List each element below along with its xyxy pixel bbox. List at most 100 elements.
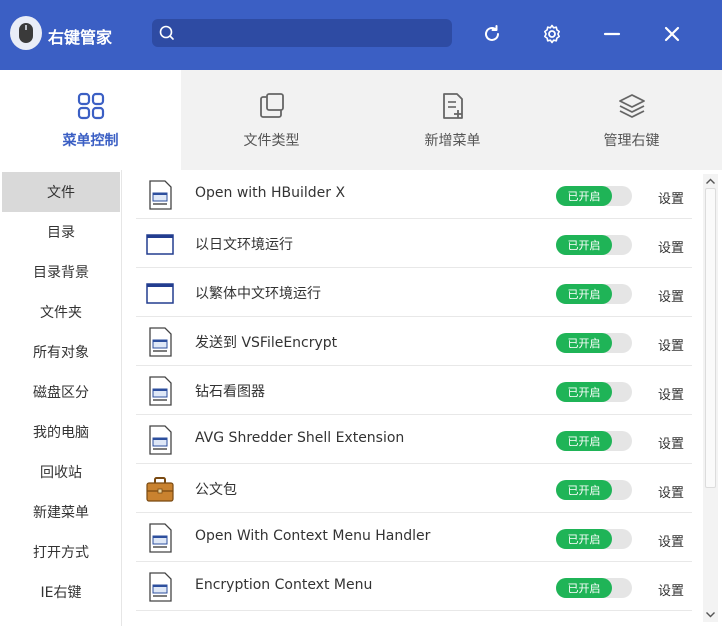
minimize-button[interactable] xyxy=(598,20,626,48)
item-name: 发送到 VSFileEncrypt xyxy=(195,335,338,351)
settings-button[interactable] xyxy=(538,20,566,48)
sidebar-item-ie-right-click[interactable]: IE右键 xyxy=(2,572,120,612)
sidebar-item-directory-background[interactable]: 目录背景 xyxy=(2,252,120,292)
tab-manage-right-click[interactable]: 管理右键 xyxy=(541,70,722,170)
gear-icon xyxy=(544,24,560,44)
window-icon xyxy=(146,283,174,304)
list-item: 以日文环境运行 已开启 设置 xyxy=(136,219,692,268)
status-badge: 已开启 xyxy=(556,333,612,353)
sidebar-item-recycle-bin[interactable]: 回收站 xyxy=(2,452,120,492)
scroll-down-button[interactable] xyxy=(703,608,718,622)
scroll-up-button[interactable] xyxy=(703,174,718,188)
file-type-icon xyxy=(259,93,284,118)
search-icon xyxy=(158,24,176,46)
app-title: 右键管家 xyxy=(48,28,113,47)
mouse-icon xyxy=(10,16,42,50)
enable-toggle[interactable]: 已开启 xyxy=(556,186,632,206)
tab-new-menu[interactable]: 新增菜单 xyxy=(362,70,543,170)
new-menu-icon xyxy=(442,93,463,119)
item-name: 钻石看图器 xyxy=(195,384,265,400)
status-badge: 已开启 xyxy=(556,235,612,255)
list-item: 钻石看图器 已开启 设置 xyxy=(136,366,692,415)
item-name: 以繁体中文环境运行 xyxy=(195,286,321,302)
refresh-icon xyxy=(485,25,499,41)
tab-label: 菜单控制 xyxy=(62,133,119,149)
item-name: Open With Context Menu Handler xyxy=(195,528,431,544)
grid-icon xyxy=(77,92,104,120)
document-icon xyxy=(149,572,172,602)
sidebar-item-my-computer[interactable]: 我的电脑 xyxy=(2,412,120,452)
settings-link[interactable]: 设置 xyxy=(658,335,684,354)
status-badge: 已开启 xyxy=(556,529,612,549)
briefcase-icon xyxy=(146,477,174,502)
document-icon xyxy=(149,376,172,406)
item-name: 公文包 xyxy=(195,482,237,498)
sidebar-item-disk-partition[interactable]: 磁盘区分 xyxy=(2,372,120,412)
settings-link[interactable]: 设置 xyxy=(658,433,684,452)
title-bar: 右键管家 xyxy=(0,0,722,70)
minimize-icon xyxy=(603,32,621,36)
status-badge: 已开启 xyxy=(556,578,612,598)
category-tabs: 菜单控制 文件类型 新增菜单 管理右键 xyxy=(0,70,722,170)
layers-icon xyxy=(618,94,645,118)
scroll-thumb[interactable] xyxy=(705,188,716,488)
sidebar-item-directory[interactable]: 目录 xyxy=(2,212,120,252)
item-name: 以日文环境运行 xyxy=(195,237,293,253)
tab-menu-control[interactable]: 菜单控制 xyxy=(0,70,181,170)
status-badge: 已开启 xyxy=(556,186,612,206)
document-icon xyxy=(149,425,172,455)
enable-toggle[interactable]: 已开启 xyxy=(556,284,632,304)
list-scrollbar[interactable] xyxy=(703,174,718,622)
list-item: AVG Shredder Shell Extension 已开启 设置 xyxy=(136,415,692,464)
item-name: Open with HBuilder X xyxy=(195,185,346,201)
enable-toggle[interactable]: 已开启 xyxy=(556,235,632,255)
sidebar-item-files[interactable]: 文件 xyxy=(2,172,120,212)
settings-link[interactable]: 设置 xyxy=(658,482,684,501)
close-icon xyxy=(664,26,680,42)
list-item: 以繁体中文环境运行 已开启 设置 xyxy=(136,268,692,317)
tab-label: 新增菜单 xyxy=(424,133,481,149)
refresh-button[interactable] xyxy=(478,20,506,48)
close-button[interactable] xyxy=(658,20,686,48)
window-icon xyxy=(146,234,174,255)
list-item: Open with HBuilder X 已开启 设置 xyxy=(136,170,692,219)
status-badge: 已开启 xyxy=(556,382,612,402)
enable-toggle[interactable]: 已开启 xyxy=(556,480,632,500)
document-icon xyxy=(149,327,172,357)
tab-label: 管理右键 xyxy=(603,133,660,149)
status-badge: 已开启 xyxy=(556,431,612,451)
item-name: AVG Shredder Shell Extension xyxy=(195,430,405,446)
list-item: Open With Context Menu Handler 已开启 设置 xyxy=(136,513,692,562)
sidebar-item-all-objects[interactable]: 所有对象 xyxy=(2,332,120,372)
list-item: 公文包 已开启 设置 xyxy=(136,464,692,513)
sidebar-item-new-menu[interactable]: 新建菜单 xyxy=(2,492,120,532)
search-box[interactable] xyxy=(152,19,452,47)
tab-file-types[interactable]: 文件类型 xyxy=(181,70,362,170)
search-input[interactable] xyxy=(180,19,446,47)
enable-toggle[interactable]: 已开启 xyxy=(556,578,632,598)
settings-link[interactable]: 设置 xyxy=(658,188,684,207)
settings-link[interactable]: 设置 xyxy=(658,237,684,256)
settings-link[interactable]: 设置 xyxy=(658,531,684,550)
settings-link[interactable]: 设置 xyxy=(658,580,684,599)
list-item: Encryption Context Menu 已开启 设置 xyxy=(136,562,692,611)
menu-item-list: Open with HBuilder X 已开启 设置 以日文环境运行 已开启 … xyxy=(136,170,692,626)
list-item: 发送到 VSFileEncrypt 已开启 设置 xyxy=(136,317,692,366)
settings-link[interactable]: 设置 xyxy=(658,384,684,403)
tab-label: 文件类型 xyxy=(243,133,300,149)
enable-toggle[interactable]: 已开启 xyxy=(556,333,632,353)
status-badge: 已开启 xyxy=(556,480,612,500)
sidebar-item-open-with[interactable]: 打开方式 xyxy=(2,532,120,572)
sidebar-item-folder[interactable]: 文件夹 xyxy=(2,292,120,332)
status-badge: 已开启 xyxy=(556,284,612,304)
sidebar: 文件 目录 目录背景 文件夹 所有对象 磁盘区分 我的电脑 回收站 新建菜单 打… xyxy=(0,170,122,626)
item-name: Encryption Context Menu xyxy=(195,577,373,593)
enable-toggle[interactable]: 已开启 xyxy=(556,529,632,549)
enable-toggle[interactable]: 已开启 xyxy=(556,431,632,451)
enable-toggle[interactable]: 已开启 xyxy=(556,382,632,402)
chevron-up-icon xyxy=(706,178,715,184)
chevron-down-icon xyxy=(706,612,715,618)
document-icon xyxy=(149,523,172,553)
settings-link[interactable]: 设置 xyxy=(658,286,684,305)
document-icon xyxy=(149,180,172,210)
